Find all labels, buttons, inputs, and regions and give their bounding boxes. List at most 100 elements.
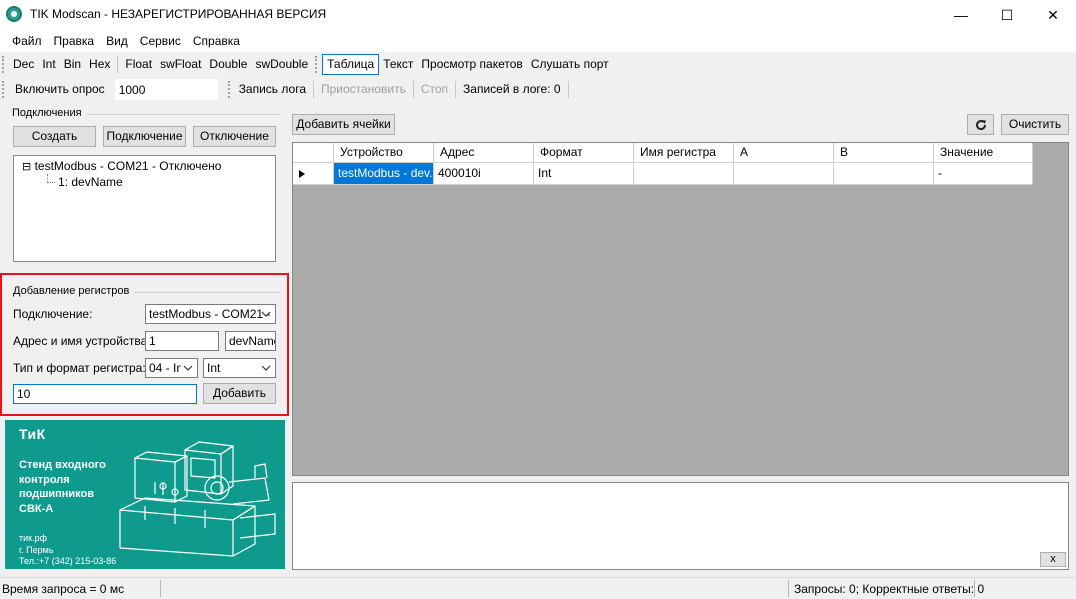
table-cell[interactable]: Int <box>534 163 634 185</box>
create-connection-button[interactable]: Создать <box>13 126 96 147</box>
requests-status: Запросы: 0; Корректные ответы: 0 <box>794 582 985 596</box>
chevron-down-icon <box>259 359 273 377</box>
log-text-area[interactable]: x <box>292 482 1069 570</box>
banner-headline-line: СВК-А <box>19 502 54 515</box>
title-bar: TIK Modscan - НЕЗАРЕГИСТРИРОВАННАЯ ВЕРСИ… <box>0 0 1076 30</box>
app-icon <box>6 6 22 22</box>
table-cell[interactable]: testModbus - dev... <box>334 163 434 185</box>
register-address-input[interactable]: 10 <box>13 384 197 404</box>
register-type-select[interactable]: 04 - In <box>145 358 198 378</box>
format-hex-button[interactable]: Hex <box>85 54 114 75</box>
divider <box>134 292 280 293</box>
toolbar-grip[interactable] <box>2 81 6 98</box>
format-swdouble-button[interactable]: swDouble <box>251 54 312 75</box>
add-cells-button[interactable]: Добавить ячейки <box>292 114 395 135</box>
toolbar-grip[interactable] <box>2 56 6 73</box>
tree-item-device[interactable]: 1: devName <box>58 175 123 189</box>
device-name-input[interactable]: devName <box>225 331 276 351</box>
log-count-label: Записей в логе: 0 <box>463 82 561 96</box>
refresh-button[interactable] <box>967 114 994 135</box>
table-cell[interactable] <box>634 163 734 185</box>
column-header-register-name[interactable]: Имя регистра <box>634 143 734 163</box>
tree-connector <box>47 174 48 182</box>
row-header-corner <box>293 143 334 163</box>
menu-edit[interactable]: Правка <box>48 30 101 52</box>
minimize-button[interactable]: — <box>938 0 984 30</box>
column-header-b[interactable]: B <box>834 143 934 163</box>
clear-button[interactable]: Очистить <box>1001 114 1069 135</box>
column-header-device[interactable]: Устройство <box>334 143 434 163</box>
connection-select[interactable]: testModbus - COM21 - <box>145 304 276 324</box>
tree-connector <box>47 182 55 183</box>
banner-headline-line: подшипников <box>19 488 95 500</box>
chevron-down-icon <box>181 359 195 377</box>
enable-polling-button[interactable]: Включить опрос <box>9 79 115 100</box>
listen-port-button[interactable]: Слушать порт <box>527 54 613 75</box>
table-cell[interactable] <box>834 163 934 185</box>
stop-button[interactable]: Стоп <box>417 79 452 100</box>
view-table-button[interactable]: Таблица <box>322 54 380 75</box>
window-title: TIK Modscan - НЕЗАРЕГИСТРИРОВАННАЯ ВЕРСИ… <box>30 7 327 21</box>
pause-button[interactable]: Приостановить <box>317 79 410 100</box>
table-cell[interactable]: 400010i <box>434 163 534 185</box>
close-button[interactable]: ✕ <box>1030 0 1076 30</box>
registers-grid[interactable]: Устройство Адрес Формат Имя регистра A B… <box>292 142 1069 476</box>
banner-phone: Тел.:+7 (342) 215-03-86 <box>19 556 117 566</box>
toolbar-grip[interactable] <box>227 81 232 98</box>
divider <box>86 114 280 115</box>
polling-interval-input[interactable] <box>114 79 218 100</box>
banner-headline: Стенд входного контроля подшипников СВК-… <box>19 458 106 516</box>
format-float-button[interactable]: Float <box>121 54 156 75</box>
status-separator <box>788 580 789 597</box>
address-label: Адрес и имя устройства: <box>13 334 151 348</box>
status-separator <box>974 580 975 597</box>
toolbar-grip[interactable] <box>315 56 319 73</box>
collapse-icon[interactable]: ⊟ <box>22 161 31 173</box>
machine-illustration <box>119 441 276 557</box>
banner-city: г. Пермь <box>19 544 54 555</box>
tree-item-connection[interactable]: ⊟ testModbus - COM21 - Отключено <box>22 159 221 173</box>
refresh-icon <box>975 119 986 130</box>
menu-file[interactable]: Файл <box>6 30 48 52</box>
menu-service[interactable]: Сервис <box>134 30 187 52</box>
connection-label: Подключение: <box>13 307 93 321</box>
tree-item-connection-label: testModbus - COM21 - Отключено <box>34 159 222 173</box>
column-header-address[interactable]: Адрес <box>434 143 534 163</box>
table-cell[interactable]: - <box>934 163 1033 185</box>
connections-tree[interactable]: ⊟ testModbus - COM21 - Отключено 1: devN… <box>13 155 276 262</box>
chevron-down-icon <box>259 305 273 323</box>
log-close-button[interactable]: x <box>1040 552 1066 567</box>
register-format-select[interactable]: Int <box>203 358 276 378</box>
device-address-input[interactable]: 1 <box>145 331 219 351</box>
advertisement-banner[interactable]: ТиК Стенд входного контроля подшипников … <box>5 420 285 569</box>
register-type-value: 04 - In <box>149 361 184 375</box>
table-cell[interactable] <box>734 163 834 185</box>
column-header-a[interactable]: A <box>734 143 834 163</box>
toolbar-separator <box>567 81 569 98</box>
toolbar-separator <box>117 56 119 73</box>
view-text-button[interactable]: Текст <box>379 54 417 75</box>
format-dec-button[interactable]: Dec <box>9 54 38 75</box>
column-header-format[interactable]: Формат <box>534 143 634 163</box>
connect-button[interactable]: Подключение <box>103 126 186 147</box>
banner-contacts: тик.рф г. Пермь Тел.:+7 (342) 215-03-86 <box>19 533 116 568</box>
menu-help[interactable]: Справка <box>187 30 246 52</box>
format-toolbar: Dec Int Bin Hex Float swFloat Double swD… <box>0 52 650 77</box>
polling-toolbar: Включить опрос Запись лога Приостановить… <box>0 77 580 102</box>
column-header-value[interactable]: Значение <box>934 143 1033 163</box>
format-double-button[interactable]: Double <box>205 54 251 75</box>
maximize-button[interactable]: ☐ <box>984 0 1030 30</box>
disconnect-button[interactable]: Отключение <box>193 126 276 147</box>
add-registers-title: Добавление регистров <box>13 285 130 297</box>
toolbar-separator <box>412 81 414 98</box>
toolbar-separator <box>455 81 457 98</box>
menu-view[interactable]: Вид <box>100 30 134 52</box>
format-int-button[interactable]: Int <box>38 54 59 75</box>
log-record-button[interactable]: Запись лога <box>235 79 310 100</box>
row-header[interactable] <box>293 163 334 185</box>
add-register-button[interactable]: Добавить <box>203 383 276 404</box>
view-packets-button[interactable]: Просмотр пакетов <box>417 54 526 75</box>
register-type-label: Тип и формат регистра: <box>13 361 146 375</box>
format-swfloat-button[interactable]: swFloat <box>156 54 205 75</box>
format-bin-button[interactable]: Bin <box>60 54 85 75</box>
